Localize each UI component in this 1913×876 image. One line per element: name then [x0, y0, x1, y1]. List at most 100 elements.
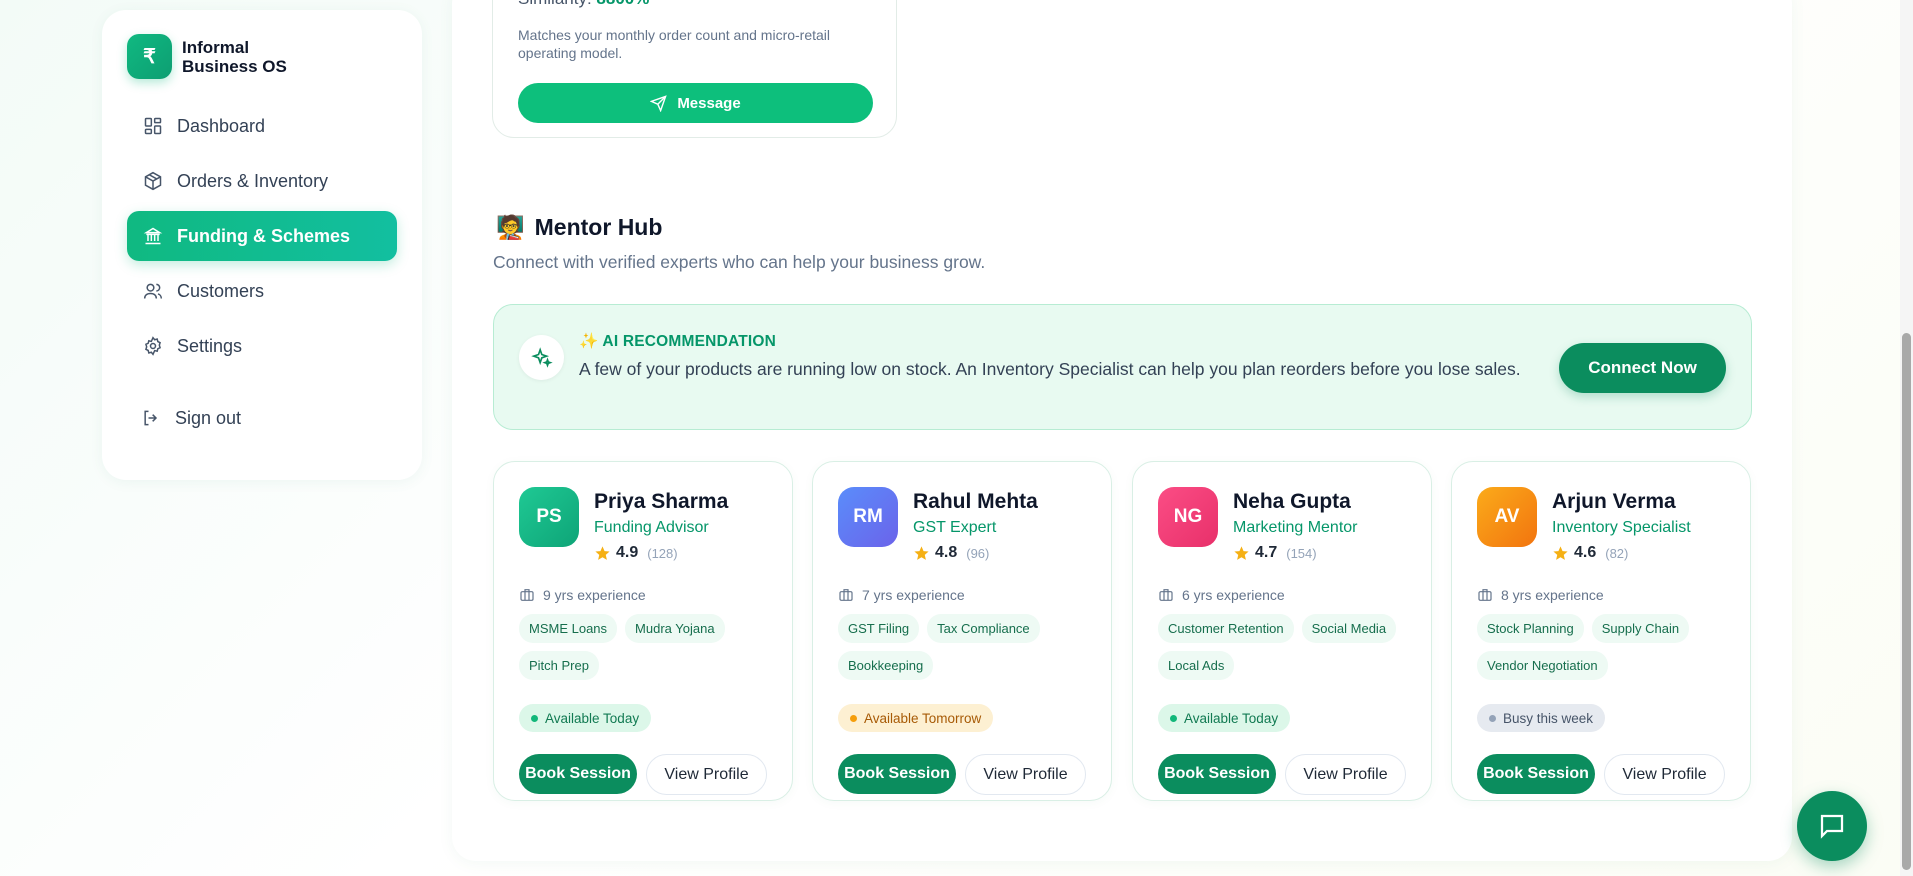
availability-badge: Available Today: [1158, 704, 1291, 732]
sign-out-label: Sign out: [175, 407, 242, 428]
ai-recommendation-label: ✨ AI RECOMMENDATION: [579, 333, 777, 350]
sidebar-item-label: Settings: [177, 335, 243, 356]
mentor-card: AV Arjun Verma Inventory Specialist 4.6 …: [1451, 461, 1751, 801]
mentor-role: Marketing Mentor: [1233, 519, 1358, 536]
expertise-tag: Vendor Negotiation: [1477, 651, 1608, 680]
expertise-tag: Bookkeeping: [838, 651, 934, 680]
mentor-rating: 4.9 (128): [594, 544, 678, 562]
expertise-tags: Customer Retention Social Media Local Ads: [1158, 614, 1418, 680]
sign-out-button[interactable]: Sign out: [127, 393, 397, 443]
chat-button[interactable]: [1797, 791, 1867, 861]
star-icon: [595, 545, 610, 560]
experience-text: 8 yrs experience: [1501, 587, 1604, 603]
view-profile-button[interactable]: View Profile: [965, 754, 1086, 795]
similarity-label: Similarity:: [518, 0, 592, 8]
mentor-name: Priya Sharma: [594, 490, 729, 513]
sidebar-item-label: Dashboard: [177, 115, 266, 136]
mentor-role: GST Expert: [913, 519, 997, 536]
ai-recommendation-banner: ✨ AI RECOMMENDATION A few of your produc…: [493, 304, 1752, 430]
book-session-button[interactable]: Book Session: [838, 754, 956, 794]
review-count: (128): [647, 545, 678, 561]
similarity-value: 8800%: [596, 0, 649, 8]
expertise-tag: Social Media: [1301, 614, 1397, 643]
mentor-hub-heading: 🧑‍🏫 Mentor Hub: [496, 214, 662, 241]
message-label: Message: [677, 94, 741, 112]
status-dot: [850, 714, 857, 722]
status-dot: [531, 714, 538, 722]
briefcase-icon: [839, 589, 853, 601]
mentor-experience: 8 yrs experience: [1477, 587, 1604, 603]
review-count: (96): [966, 545, 990, 561]
mentor-experience: 9 yrs experience: [519, 587, 646, 603]
sidebar-item-funding-schemes[interactable]: Funding & Schemes: [127, 211, 397, 261]
mentor-name: Arjun Verma: [1552, 490, 1676, 513]
briefcase-icon: [1159, 589, 1173, 601]
brand[interactable]: ₹ Informal Business OS: [127, 34, 397, 79]
rating-score: 4.8: [935, 544, 958, 561]
mentor-hub-subtitle: Connect with verified experts who can he…: [493, 252, 986, 272]
availability-text: Available Today: [1184, 710, 1279, 726]
mentor-name: Neha Gupta: [1233, 490, 1351, 513]
expertise-tags: MSME Loans Mudra Yojana Pitch Prep: [519, 614, 779, 680]
expertise-tags: GST Filing Tax Compliance Bookkeeping: [838, 614, 1098, 680]
mentor-role: Funding Advisor: [594, 519, 709, 536]
ai-recommendation-text: A few of your products are running low o…: [579, 359, 1521, 379]
sparkles-icon: [519, 335, 564, 380]
expertise-tag: Pitch Prep: [519, 651, 599, 680]
similarity-description: Matches your monthly order count and mic…: [518, 27, 831, 61]
scrollbar[interactable]: [1900, 0, 1913, 876]
star-icon: [1553, 545, 1568, 560]
mentor-avatar: PS: [519, 487, 579, 547]
expertise-tag: Tax Compliance: [927, 614, 1040, 643]
mentor-role: Inventory Specialist: [1552, 519, 1691, 536]
view-profile-button[interactable]: View Profile: [1285, 754, 1406, 795]
experience-text: 7 yrs experience: [862, 587, 965, 603]
mentor-card: RM Rahul Mehta GST Expert 4.8 (96) 7 yrs…: [812, 461, 1112, 801]
mentor-rating: 4.8 (96): [913, 544, 989, 562]
status-dot: [1170, 714, 1177, 722]
availability-text: Available Today: [545, 710, 640, 726]
experience-text: 9 yrs experience: [543, 587, 646, 603]
sidebar-item-customers[interactable]: Customers: [127, 266, 397, 316]
expertise-tag: Stock Planning: [1477, 614, 1584, 643]
sidebar-item-label: Customers: [177, 280, 265, 301]
sidebar-item-orders-inventory[interactable]: Orders & Inventory: [127, 156, 397, 206]
book-session-button[interactable]: Book Session: [1477, 754, 1595, 794]
sign-out-icon: [144, 410, 158, 426]
briefcase-icon: [1478, 589, 1492, 601]
similar-business-card: Similarity: 8800% Matches your monthly o…: [492, 0, 897, 138]
scrollbar-thumb[interactable]: [1902, 333, 1911, 870]
expertise-tag: Supply Chain: [1591, 614, 1690, 643]
sidebar-item-settings[interactable]: Settings: [127, 321, 397, 371]
mentor-avatar: NG: [1158, 487, 1218, 547]
connect-now-button[interactable]: Connect Now: [1559, 343, 1726, 393]
chat-icon: [1820, 814, 1844, 839]
mentor-name: Rahul Mehta: [913, 490, 1038, 513]
availability-text: Available Tomorrow: [864, 710, 982, 726]
book-session-button[interactable]: Book Session: [519, 754, 637, 794]
similarity-line: Similarity: 8800%: [518, 0, 649, 9]
mentor-card: NG Neha Gupta Marketing Mentor 4.7 (154)…: [1132, 461, 1432, 801]
mentor-rating: 4.7 (154): [1233, 544, 1317, 562]
mentor-avatar: AV: [1477, 487, 1537, 547]
mentor-hub-emoji: 🧑‍🏫: [496, 214, 525, 240]
package-icon: [144, 171, 162, 191]
gear-icon: [145, 336, 161, 356]
expertise-tag: Mudra Yojana: [625, 614, 725, 643]
availability-text: Busy this week: [1503, 710, 1594, 726]
sidebar-item-dashboard[interactable]: Dashboard: [127, 101, 397, 151]
availability-badge: Busy this week: [1477, 704, 1606, 732]
review-count: (82): [1605, 545, 1629, 561]
view-profile-button[interactable]: View Profile: [1604, 754, 1725, 795]
star-icon: [914, 545, 929, 560]
send-icon: [650, 94, 668, 112]
availability-badge: Available Today: [519, 704, 652, 732]
mentor-rating: 4.6 (82): [1552, 544, 1628, 562]
expertise-tags: Stock Planning Supply Chain Vendor Negotia…: [1477, 614, 1737, 680]
briefcase-icon: [520, 589, 534, 601]
book-session-button[interactable]: Book Session: [1158, 754, 1276, 794]
dashboard-icon: [144, 117, 162, 135]
experience-text: 6 yrs experience: [1182, 587, 1285, 603]
message-button[interactable]: Message: [518, 83, 873, 123]
view-profile-button[interactable]: View Profile: [646, 754, 767, 795]
